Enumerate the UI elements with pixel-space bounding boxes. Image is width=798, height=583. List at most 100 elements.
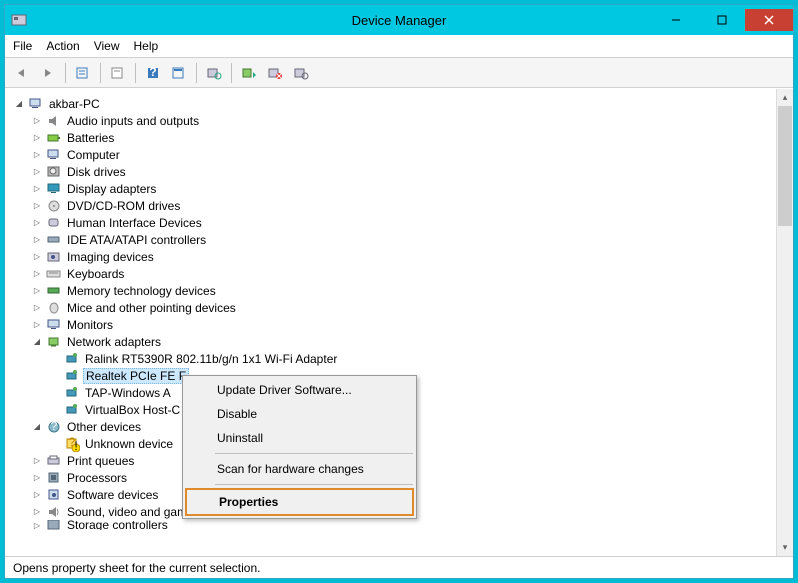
expand-icon[interactable]: ▷ [31, 166, 43, 178]
content-area: ◢akbar-PC▷Audio inputs and outputs▷Batte… [5, 88, 793, 556]
properties-button[interactable] [168, 62, 190, 84]
tree-category[interactable]: ▷ Memory technology devices [9, 282, 772, 299]
device-label: TAP-Windows A [83, 386, 173, 400]
storage-icon [46, 520, 62, 530]
category-label: Monitors [65, 318, 115, 332]
hid-icon [46, 215, 62, 231]
device-label: VirtualBox Host-C [83, 403, 182, 417]
context-item[interactable]: Update Driver Software... [185, 378, 414, 402]
back-button[interactable] [11, 62, 33, 84]
tree-category[interactable]: ▷Mice and other pointing devices [9, 299, 772, 316]
expand-icon[interactable]: ▷ [31, 472, 43, 484]
svg-text:!: ! [74, 439, 77, 452]
context-item[interactable]: Properties [185, 488, 414, 516]
toolbar-separator [231, 63, 232, 83]
status-text: Opens property sheet for the current sel… [13, 561, 260, 575]
disk-icon [46, 164, 62, 180]
category-label: Keyboards [65, 267, 126, 281]
device-icon: ?! [64, 436, 80, 452]
category-label: Memory technology devices [65, 284, 218, 298]
expand-icon[interactable]: ◢ [31, 336, 43, 348]
vertical-scrollbar[interactable]: ▴ ▾ [776, 89, 793, 556]
window-title: Device Manager [352, 13, 447, 28]
device-icon [64, 351, 80, 367]
scan-hardware-button[interactable] [290, 62, 312, 84]
refresh-button[interactable] [203, 62, 225, 84]
context-item[interactable]: Disable [185, 402, 414, 426]
software-icon [46, 487, 62, 503]
category-label: Network adapters [65, 335, 163, 349]
scroll-thumb[interactable] [778, 106, 792, 226]
tree-category[interactable]: ▷Imaging devices [9, 248, 772, 265]
tree-category[interactable]: ▷Human Interface Devices [9, 214, 772, 231]
device-label: Ralink RT5390R 802.11b/g/n 1x1 Wi-Fi Ada… [83, 352, 339, 366]
expand-icon[interactable]: ▷ [31, 285, 43, 297]
tree-category[interactable]: ▷DVD/CD-ROM drives [9, 197, 772, 214]
expand-icon[interactable]: ▷ [31, 520, 43, 530]
tree-category[interactable]: ▷ Monitors [9, 316, 772, 333]
help-button[interactable]: ? [142, 62, 164, 84]
expand-icon[interactable]: ▷ [31, 200, 43, 212]
close-button[interactable] [745, 9, 793, 31]
expand-icon[interactable]: ▷ [31, 455, 43, 467]
tree-root[interactable]: ◢akbar-PC [9, 95, 772, 112]
tree-category[interactable]: ▷ Display adapters [9, 180, 772, 197]
expand-icon[interactable]: ◢ [31, 421, 43, 433]
tree-category[interactable]: ▷Audio inputs and outputs [9, 112, 772, 129]
keyboard-icon [46, 266, 62, 282]
expand-icon[interactable]: ▷ [31, 183, 43, 195]
category-label: Computer [65, 148, 122, 162]
expand-icon[interactable]: ▷ [31, 489, 43, 501]
context-item[interactable]: Uninstall [185, 426, 414, 450]
properties-sheet-button[interactable] [107, 62, 129, 84]
category-label: Other devices [65, 420, 143, 434]
menu-help[interactable]: Help [134, 39, 159, 53]
expand-icon[interactable]: ▷ [31, 302, 43, 314]
toolbar-separator [196, 63, 197, 83]
maximize-button[interactable] [699, 9, 745, 31]
network-icon [46, 334, 62, 350]
show-hidden-button[interactable] [72, 62, 94, 84]
tree-category[interactable]: ▷ Computer [9, 146, 772, 163]
expand-icon[interactable]: ▷ [31, 132, 43, 144]
category-label: Storage controllers [65, 520, 170, 530]
tree-category[interactable]: ▷ Keyboards [9, 265, 772, 282]
context-item[interactable]: Scan for hardware changes [185, 457, 414, 481]
tree-category[interactable]: ▷ Storage controllers [9, 520, 772, 530]
expand-icon[interactable]: ▷ [31, 251, 43, 263]
cpu-icon [46, 470, 62, 486]
disable-device-button[interactable] [264, 62, 286, 84]
expand-icon[interactable]: ▷ [31, 234, 43, 246]
toolbar-separator [135, 63, 136, 83]
category-label: Display adapters [65, 182, 158, 196]
statusbar: Opens property sheet for the current sel… [5, 556, 793, 578]
expand-icon[interactable]: ▷ [31, 506, 43, 518]
menu-view[interactable]: View [94, 39, 120, 53]
other-icon: ? [46, 419, 62, 435]
menubar: File Action View Help [5, 35, 793, 58]
scroll-up-button[interactable]: ▴ [777, 89, 793, 106]
category-label: Print queues [65, 454, 136, 468]
monitor-icon [46, 317, 62, 333]
expand-icon[interactable]: ▷ [31, 319, 43, 331]
update-driver-button[interactable] [238, 62, 260, 84]
menu-action[interactable]: Action [46, 39, 79, 53]
device-icon [64, 368, 80, 384]
titlebar[interactable]: Device Manager [5, 5, 793, 35]
expand-icon[interactable]: ▷ [31, 115, 43, 127]
battery-icon [46, 130, 62, 146]
collapse-icon[interactable]: ◢ [13, 98, 25, 110]
tree-category[interactable]: ▷IDE ATA/ATAPI controllers [9, 231, 772, 248]
minimize-button[interactable] [653, 9, 699, 31]
tree-device[interactable]: Ralink RT5390R 802.11b/g/n 1x1 Wi-Fi Ada… [9, 350, 772, 367]
tree-category[interactable]: ◢ Network adapters [9, 333, 772, 350]
expand-icon[interactable]: ▷ [31, 149, 43, 161]
tree-category[interactable]: ▷Batteries [9, 129, 772, 146]
expand-icon[interactable]: ▷ [31, 268, 43, 280]
tree-category[interactable]: ▷Disk drives [9, 163, 772, 180]
expand-icon[interactable]: ▷ [31, 217, 43, 229]
menu-file[interactable]: File [13, 39, 32, 53]
scroll-down-button[interactable]: ▾ [777, 539, 793, 556]
scroll-track[interactable] [777, 106, 793, 539]
forward-button[interactable] [37, 62, 59, 84]
